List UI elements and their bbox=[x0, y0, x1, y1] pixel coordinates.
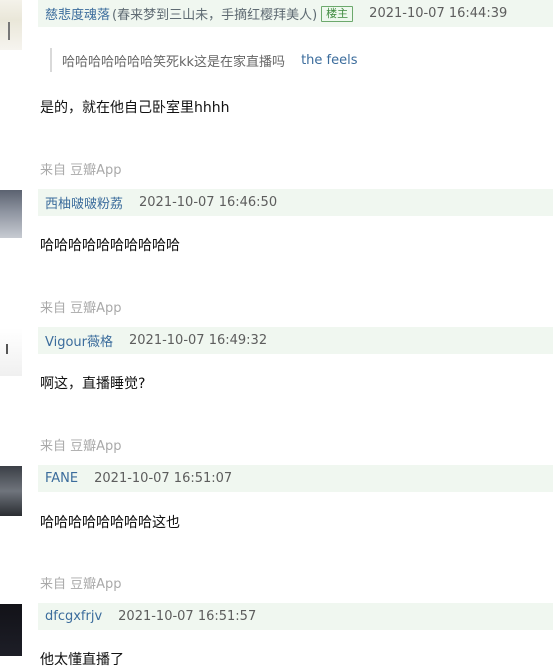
comment-timestamp: 2021-10-07 16:44:39 bbox=[369, 6, 508, 21]
comment-header: Vigour薇格 2021-10-07 16:49:32 bbox=[38, 327, 553, 354]
avatar[interactable] bbox=[0, 190, 22, 238]
comment-author[interactable]: 西柚啵啵粉荔 bbox=[45, 193, 123, 212]
comment-header: 西柚啵啵粉荔 2021-10-07 16:46:50 bbox=[38, 189, 553, 216]
avatar[interactable] bbox=[0, 466, 22, 516]
comment-text: 哈哈哈哈哈哈哈哈这也 bbox=[40, 515, 180, 531]
comment-source: 来自 豆瓣App bbox=[40, 577, 122, 592]
comment-timestamp: 2021-10-07 16:46:50 bbox=[139, 195, 278, 210]
comment-text: 是的，就在他自己卧室里hhhh bbox=[40, 100, 230, 116]
comment-header: dfcgxfrjv 2021-10-07 16:51:57 bbox=[38, 603, 553, 630]
comment-author[interactable]: dfcgxfrjv bbox=[45, 609, 102, 624]
op-badge: 楼主 bbox=[321, 5, 354, 22]
comment-source: 来自 豆瓣App bbox=[40, 163, 122, 178]
comment-timestamp: 2021-10-07 16:51:57 bbox=[118, 609, 257, 624]
comment-source: 来自 豆瓣App bbox=[40, 439, 122, 454]
avatar-detail bbox=[8, 22, 10, 40]
comment-text: 啊这，直播睡觉? bbox=[40, 376, 146, 392]
comment-timestamp: 2021-10-07 16:51:07 bbox=[94, 471, 233, 486]
comment-header: FANE 2021-10-07 16:51:07 bbox=[38, 465, 553, 492]
comment-author[interactable]: 慈悲度魂落 bbox=[45, 4, 110, 23]
author-signature: (春来梦到三山未，手摘红樱拜美人) bbox=[112, 8, 318, 23]
comment-header: 慈悲度魂落 (春来梦到三山未，手摘红樱拜美人) 楼主 2021-10-07 16… bbox=[38, 0, 553, 27]
comment-text: 哈哈哈哈哈哈哈哈哈哈 bbox=[40, 238, 180, 254]
comment-author[interactable]: FANE bbox=[45, 471, 78, 486]
comment-author[interactable]: Vigour薇格 bbox=[45, 331, 113, 350]
quoted-author[interactable]: the feels bbox=[301, 53, 357, 68]
comment-source: 来自 豆瓣App bbox=[40, 301, 122, 316]
comment-timestamp: 2021-10-07 16:49:32 bbox=[129, 333, 268, 348]
avatar[interactable] bbox=[0, 604, 22, 656]
avatar-detail bbox=[6, 344, 8, 354]
comment-text: 他太懂直播了 bbox=[40, 652, 124, 668]
avatar[interactable] bbox=[0, 328, 22, 376]
avatar[interactable] bbox=[0, 0, 22, 50]
quoted-reply: 哈哈哈哈哈哈哈笑死kk这是在家直播吗 the feels bbox=[50, 48, 358, 72]
quoted-text: 哈哈哈哈哈哈哈笑死kk这是在家直播吗 bbox=[62, 54, 286, 70]
